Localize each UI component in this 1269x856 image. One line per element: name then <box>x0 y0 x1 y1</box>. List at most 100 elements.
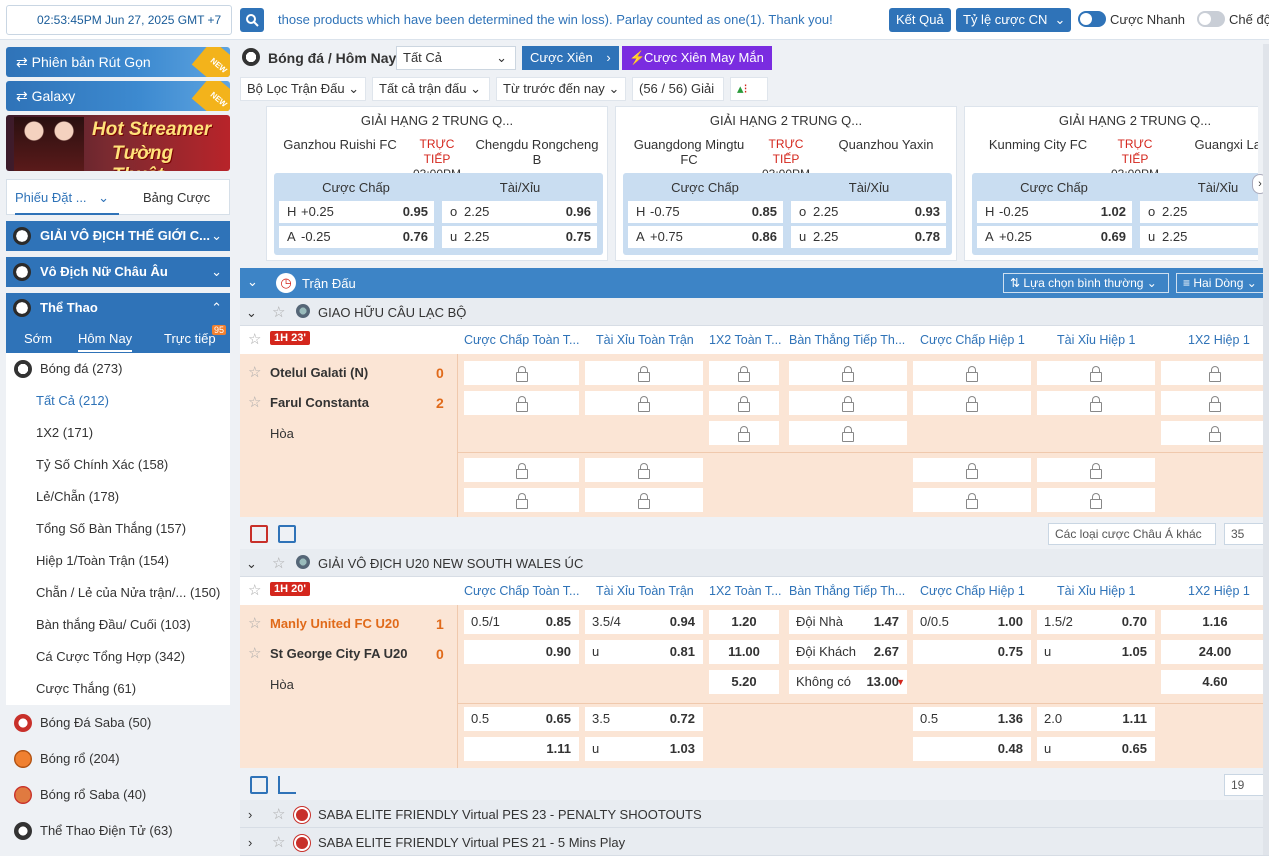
filter-select[interactable]: Tất Cả ⌄ <box>396 46 516 70</box>
odds-cell[interactable]: 0.48 <box>913 737 1031 761</box>
market-item[interactable]: Cược Thắng (61) <box>6 673 230 705</box>
favorite-star-icon[interactable]: ☆ <box>248 644 261 662</box>
handicap-odds-cell[interactable]: A +0.25 0.69 <box>977 226 1132 248</box>
stats-icon[interactable] <box>250 525 268 543</box>
over-under-odds-cell[interactable]: o 2.25 0.93 <box>791 201 946 223</box>
scoreboard-icon[interactable] <box>278 525 296 543</box>
odds-cell[interactable]: 11.00 <box>709 640 779 664</box>
league-count-button[interactable]: (56 / 56) Giải <box>632 77 724 101</box>
sidebar-item-sport[interactable]: Bóng rổ Saba (40) <box>6 777 230 813</box>
over-under-odds-cell[interactable]: u 2.25 0.75 <box>442 226 597 248</box>
time-range-dropdown[interactable]: Từ trước đến nay ⌄ <box>496 77 626 101</box>
handicap-odds-cell[interactable]: H -0.75 0.85 <box>628 201 783 223</box>
market-item[interactable]: Tổng Số Bàn Thắng (157) <box>6 513 230 545</box>
quick-bet-toggle[interactable] <box>1078 11 1106 27</box>
over-under-odds-cell[interactable]: u 2.25 <box>1140 226 1258 248</box>
handicap-odds-cell[interactable]: A +0.75 0.86 <box>628 226 783 248</box>
collapsed-league[interactable]: › ☆ SABA ELITE FRIENDLY Virtual PES 21 - 5… <box>240 828 1269 856</box>
tab-bet-table[interactable]: Bảng Cược <box>143 190 210 205</box>
odds-cell[interactable]: 1.20 <box>709 610 779 634</box>
results-button[interactable]: Kết Quả <box>889 8 951 32</box>
odds-cell[interactable]: 1.5/2 0.70 <box>1037 610 1155 634</box>
featured-match-card[interactable]: GIẢI HẠNG 2 TRUNG Q... Guangdong Mingtu F… <box>615 106 957 261</box>
tab-today[interactable]: Hôm Nay <box>78 331 133 352</box>
match-filter-dropdown[interactable]: Bộ Lọc Trận Đấu ⌄ <box>240 77 366 101</box>
odds-type-dropdown[interactable]: Tỷ lệ cược CN ⌄ <box>956 8 1072 32</box>
odds-cell[interactable]: 3.5/4 0.94 <box>585 610 703 634</box>
odds-cell[interactable]: 0.75 <box>913 640 1031 664</box>
odds-cell[interactable]: 5.20 <box>709 670 779 694</box>
promo-galaxy[interactable]: ⇄ Galaxy NEW <box>6 81 230 111</box>
favorite-star-icon[interactable]: ☆ <box>272 833 285 851</box>
odds-cell[interactable]: 0.90 <box>464 640 579 664</box>
market-item[interactable]: Cá Cược Tổng Hợp (342) <box>6 641 230 673</box>
parlay-button[interactable]: Cược Xiên › <box>522 46 619 70</box>
favorite-star-icon[interactable]: ☆ <box>248 330 261 348</box>
favorite-star-icon[interactable]: ☆ <box>272 554 285 572</box>
sort-mode-dropdown[interactable]: ⇅ Lựa chọn bình thường ⌄ <box>1003 273 1169 293</box>
odds-cell[interactable]: 1.11 <box>464 737 579 761</box>
odds-cell[interactable]: u 1.05 <box>1037 640 1155 664</box>
favorite-star-icon[interactable]: ☆ <box>248 614 261 632</box>
featured-match-card[interactable]: GIẢI HẠNG 2 TRUNG Q... Ganzhou Ruishi FC T… <box>266 106 608 261</box>
league-header[interactable]: ⌄ ☆ GIẢI VÔ ĐỊCH U20 NEW SOUTH WALES ÚC <box>240 549 1269 577</box>
odds-cell[interactable]: 4.60 <box>1161 670 1269 694</box>
odds-cell[interactable]: u 0.81 <box>585 640 703 664</box>
lucky-parlay-button[interactable]: ⚡ Cược Xiên May Mắn <box>622 46 772 70</box>
favorite-star-icon[interactable]: ☆ <box>272 303 285 321</box>
market-item[interactable]: Lẻ/Chẵn (178) <box>6 481 230 513</box>
scoreboard-icon[interactable] <box>250 776 268 794</box>
handicap-odds-cell[interactable]: H +0.25 0.95 <box>279 201 434 223</box>
odds-cell[interactable]: u 1.03 <box>585 737 703 761</box>
odds-cell[interactable]: Đội Nhà 1.47 <box>789 610 907 634</box>
sidebar-section-womens-euro[interactable]: Vô Địch Nữ Châu Âu ⌄ <box>6 257 230 287</box>
market-item[interactable]: Chẵn / Lẻ của Nửa trận/... (150) <box>6 577 230 609</box>
chevron-right-icon[interactable]: › <box>248 835 252 850</box>
tab-live[interactable]: Trực tiếp <box>164 331 216 346</box>
search-button[interactable] <box>240 8 264 32</box>
handicap-odds-cell[interactable]: A -0.25 0.76 <box>279 226 434 248</box>
tab-early[interactable]: Sớm <box>24 331 52 346</box>
market-item[interactable]: Hiệp 1/Toàn Trận (154) <box>6 545 230 577</box>
featured-match-card[interactable]: GIẢI HẠNG 2 TRUNG Q... Kunming City FC TRỰ… <box>964 106 1258 261</box>
chevron-right-icon[interactable]: › <box>248 807 252 822</box>
sidebar-item-sport[interactable]: Thể Thao Điện Tử (63) <box>6 813 230 849</box>
odds-cell[interactable]: Không có 13.00 ▼ <box>789 670 907 694</box>
league-header[interactable]: ⌄ ☆ GIAO HỮU CÂU LẠC BỘ <box>240 298 1269 326</box>
handicap-odds-cell[interactable]: H -0.25 1.02 <box>977 201 1132 223</box>
odds-cell[interactable]: 0/0.5 1.00 <box>913 610 1031 634</box>
odds-cell[interactable]: Đội Khách 2.67 <box>789 640 907 664</box>
view-mode-dropdown[interactable]: ≡ Hai Dòng ⌄ <box>1176 273 1269 293</box>
sidebar-item-sport[interactable]: Bóng rổ (204) <box>6 741 230 777</box>
odds-cell[interactable]: 2.0 1.11 <box>1037 707 1155 731</box>
over-under-odds-cell[interactable]: o 2.25 <box>1140 201 1258 223</box>
market-item[interactable]: Bàn thắng Đầu/ Cuối (103) <box>6 609 230 641</box>
collapse-icon[interactable]: ⌄ <box>246 305 257 321</box>
odds-cell[interactable]: 0.5 0.65 <box>464 707 579 731</box>
hot-streamer-banner[interactable]: Hot Streamer Tường Thuật <box>6 115 230 171</box>
all-matches-dropdown[interactable]: Tất cả trận đấu ⌄ <box>372 77 490 101</box>
chart-icon[interactable] <box>278 776 296 794</box>
favorite-star-icon[interactable]: ☆ <box>272 805 285 823</box>
over-under-odds-cell[interactable]: u 2.25 0.78 <box>791 226 946 248</box>
collapse-icon[interactable]: ⌄ <box>247 274 258 290</box>
favorite-star-icon[interactable]: ☆ <box>248 363 261 381</box>
mode-toggle[interactable] <box>1197 11 1225 27</box>
odds-cell[interactable]: 0.5/1 0.85 <box>464 610 579 634</box>
odds-cell[interactable]: 24.00 <box>1161 640 1269 664</box>
promo-lite-version[interactable]: ⇄ Phiên bản Rút Gọn NEW <box>6 47 230 77</box>
market-item[interactable]: 1X2 (171) <box>6 417 230 449</box>
sidebar-section-sports[interactable]: Thể Thao ⌃ <box>6 293 230 323</box>
favorite-star-icon[interactable]: ☆ <box>248 581 261 599</box>
over-under-odds-cell[interactable]: o 2.25 0.96 <box>442 201 597 223</box>
sort-toggle[interactable]: ▴⁝ <box>730 77 768 101</box>
favorite-star-icon[interactable]: ☆ <box>248 393 261 411</box>
odds-cell[interactable]: 1.16 <box>1161 610 1269 634</box>
odds-cell[interactable]: 3.5 0.72 <box>585 707 703 731</box>
scrollbar[interactable] <box>1263 44 1269 855</box>
sidebar-item-sport[interactable]: Bóng Đá Saba (50) <box>6 705 230 741</box>
collapsed-league[interactable]: › ☆ SABA ELITE FRIENDLY Virtual PES 23 - P… <box>240 800 1269 828</box>
odds-cell[interactable]: u 0.65 <box>1037 737 1155 761</box>
collapse-icon[interactable]: ⌄ <box>246 556 257 572</box>
sidebar-section-world-cup[interactable]: GIẢI VÔ ĐỊCH THẾ GIỚI C... ⌄ <box>6 221 230 251</box>
